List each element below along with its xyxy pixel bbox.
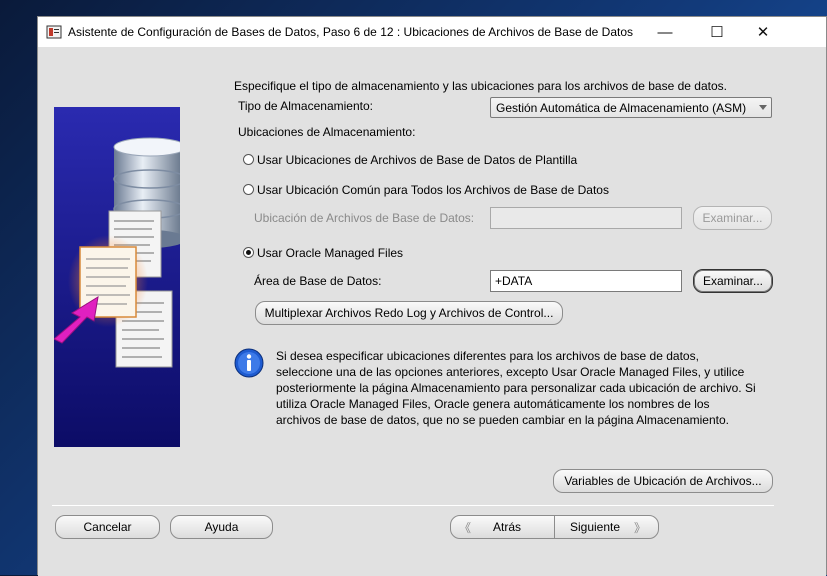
info-line: posteriormente la página Almacenamiento … bbox=[276, 381, 756, 395]
radio-oracle-managed-files[interactable] bbox=[243, 247, 254, 258]
radio-common-location[interactable] bbox=[243, 184, 254, 195]
close-icon: ✕ bbox=[756, 24, 770, 41]
intro-text: Especifique el tipo de almacenamiento y … bbox=[234, 79, 727, 93]
info-icon bbox=[234, 348, 264, 378]
common-location-label: Ubicación de Archivos de Base de Datos: bbox=[254, 211, 475, 225]
back-label: Atrás bbox=[493, 520, 522, 534]
chevron-left-icon: 《 bbox=[459, 520, 472, 535]
db-area-label: Área de Base de Datos: bbox=[254, 274, 382, 288]
db-area-field[interactable]: +DATA bbox=[490, 270, 682, 292]
chevron-down-icon bbox=[759, 105, 767, 110]
next-button[interactable]: Siguiente 》 bbox=[554, 515, 659, 539]
close-button[interactable]: ✕ bbox=[740, 17, 786, 47]
info-message: Si desea especificar ubicaciones diferen… bbox=[276, 348, 756, 428]
browse-db-area-button[interactable]: Examinar... bbox=[693, 269, 773, 293]
common-location-field[interactable] bbox=[490, 207, 682, 229]
dbca-window: Asistente de Configuración de Bases de D… bbox=[37, 16, 827, 576]
footer-divider bbox=[52, 505, 774, 506]
multiplex-button[interactable]: Multiplexar Archivos Redo Log y Archivos… bbox=[255, 301, 563, 325]
radio-template-label[interactable]: Usar Ubicaciones de Archivos de Base de … bbox=[257, 153, 577, 167]
minimize-button[interactable]: — bbox=[642, 17, 688, 47]
storage-type-select[interactable]: Gestión Automática de Almacenamiento (AS… bbox=[490, 97, 772, 118]
database-files-illustration bbox=[53, 107, 187, 447]
cancel-button[interactable]: Cancelar bbox=[55, 515, 160, 539]
window-title: Asistente de Configuración de Bases de D… bbox=[68, 25, 634, 39]
storage-type-value: Gestión Automática de Almacenamiento (AS… bbox=[496, 101, 747, 115]
radio-template-locations[interactable] bbox=[243, 154, 254, 165]
file-location-variables-button[interactable]: Variables de Ubicación de Archivos... bbox=[553, 469, 773, 493]
radio-common-label[interactable]: Usar Ubicación Común para Todos los Arch… bbox=[257, 183, 609, 197]
chevron-right-icon: 》 bbox=[634, 520, 647, 535]
illustration-panel bbox=[53, 107, 187, 447]
app-icon bbox=[46, 24, 62, 40]
next-label: Siguiente bbox=[570, 520, 621, 534]
maximize-button[interactable]: ☐ bbox=[694, 17, 740, 47]
storage-type-label: Tipo de Almacenamiento: bbox=[238, 99, 373, 113]
storage-locations-label: Ubicaciones de Almacenamiento: bbox=[238, 125, 416, 139]
info-line: seleccione una de las opciones anteriore… bbox=[276, 365, 745, 379]
info-line: utiliza Oracle Managed Files, Oracle gen… bbox=[276, 397, 710, 411]
title-bar[interactable]: Asistente de Configuración de Bases de D… bbox=[38, 17, 826, 47]
minimize-icon: — bbox=[657, 23, 673, 41]
wizard-content: Especifique el tipo de almacenamiento y … bbox=[38, 47, 826, 576]
back-button[interactable]: 《 Atrás bbox=[450, 515, 555, 539]
maximize-icon: ☐ bbox=[710, 24, 724, 41]
info-line: Si desea especificar ubicaciones diferen… bbox=[276, 349, 699, 363]
radio-omf-label[interactable]: Usar Oracle Managed Files bbox=[257, 246, 403, 260]
info-line: archivos de base de datos, que no se pue… bbox=[276, 413, 729, 427]
browse-common-button[interactable]: Examinar... bbox=[693, 206, 772, 230]
help-button[interactable]: Ayuda bbox=[170, 515, 273, 539]
